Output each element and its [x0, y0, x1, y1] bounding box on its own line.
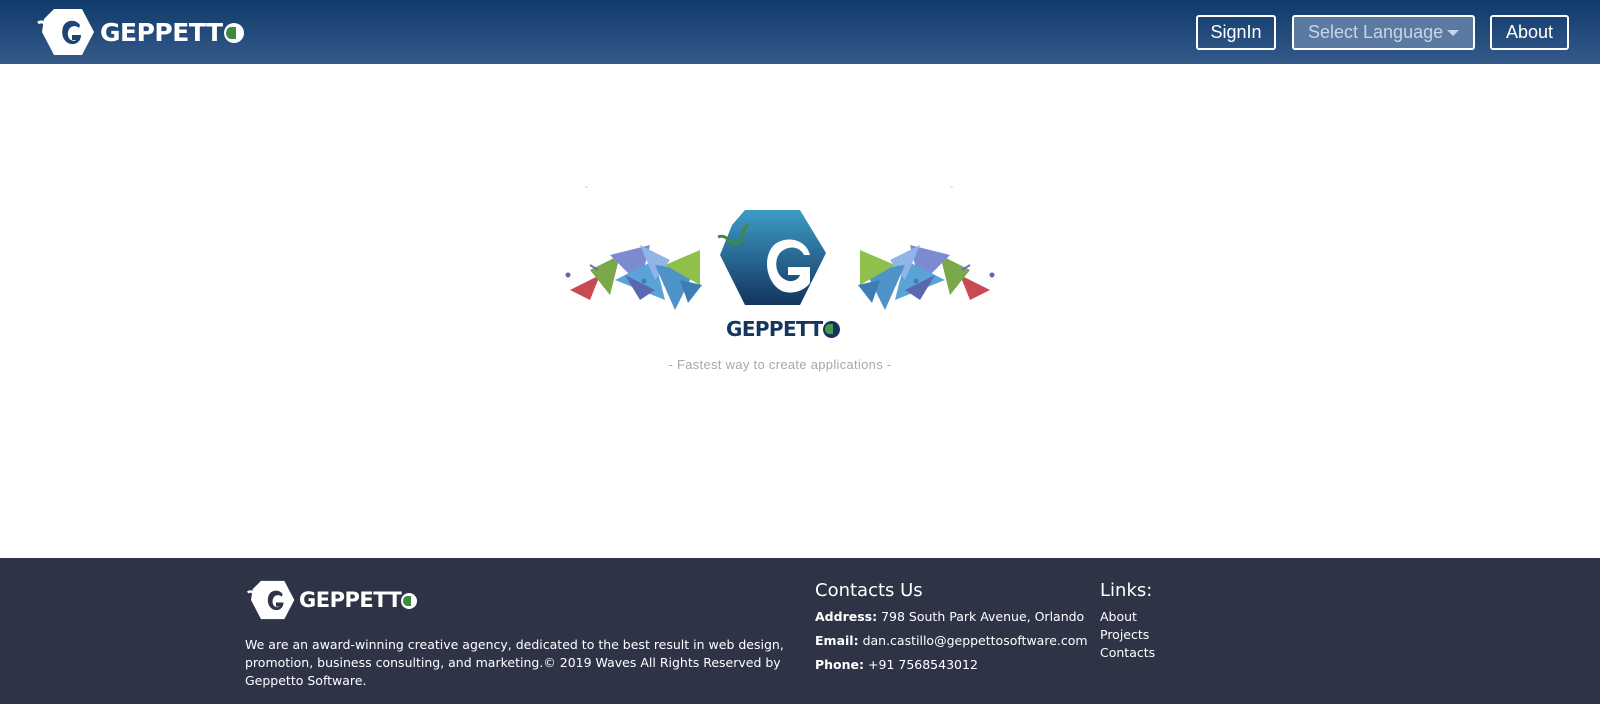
about-button[interactable]: About: [1490, 15, 1569, 50]
hero-tagline: - Fastest way to create applications -: [668, 357, 892, 372]
site-footer: GEPPETT We are an award-winning creative…: [0, 558, 1600, 704]
footer-brand-text: GEPPETT: [299, 588, 402, 612]
email-value[interactable]: dan.castillo@geppettosoftware.com: [863, 633, 1088, 648]
language-select[interactable]: Select Language: [1292, 15, 1475, 50]
footer-about-text: We are an award-winning creative agency,…: [245, 637, 784, 688]
hero-o-mark-icon: [822, 321, 840, 338]
address-value: 798 South Park Avenue, Orlando: [881, 609, 1085, 624]
phone-value[interactable]: +91 7568543012: [868, 657, 978, 672]
brand-name-text: GEPPETT: [100, 17, 223, 47]
footer-brand-name: GEPPETT: [299, 588, 418, 612]
email-label: Email:: [815, 633, 859, 648]
contact-address: Address: 798 South Park Avenue, Orlando: [815, 609, 1084, 624]
puzzle-g-logo-icon: [717, 210, 826, 305]
hero-brand-name: GEPPETT: [726, 317, 840, 341]
header-brand-logo[interactable]: GEPPETT: [36, 6, 244, 58]
puzzle-g-logo-icon: [37, 9, 94, 55]
brand-o-mark-icon: [223, 22, 244, 43]
puzzle-g-logo-icon: [246, 580, 295, 620]
address-label: Address:: [815, 609, 878, 624]
footer-link-about[interactable]: About: [1100, 609, 1137, 624]
language-select-label: Select Language: [1308, 22, 1444, 42]
phone-label: Phone:: [815, 657, 865, 672]
footer-link-projects[interactable]: Projects: [1100, 627, 1149, 642]
top-navbar: GEPPETT SignIn Select Language About: [0, 0, 1600, 64]
footer-link-contacts[interactable]: Contacts: [1100, 645, 1155, 660]
contacts-heading: Contacts Us: [815, 580, 923, 601]
contact-email: Email: dan.castillo@geppettosoftware.com: [815, 633, 1088, 648]
footer-brand-logo: GEPPETT: [246, 579, 418, 621]
left-wing-art: [565, 245, 702, 310]
hero-illustration: [565, 186, 995, 310]
footer-o-mark-icon: [401, 593, 418, 609]
signin-button[interactable]: SignIn: [1196, 15, 1276, 50]
brand-name: GEPPETT: [100, 18, 244, 47]
contact-phone: Phone: +91 7568543012: [815, 657, 978, 672]
caret-down-icon: [1447, 30, 1459, 36]
links-heading: Links:: [1100, 580, 1153, 601]
hero-brand-text: GEPPETT: [726, 317, 823, 341]
right-wing-art: [858, 245, 995, 310]
